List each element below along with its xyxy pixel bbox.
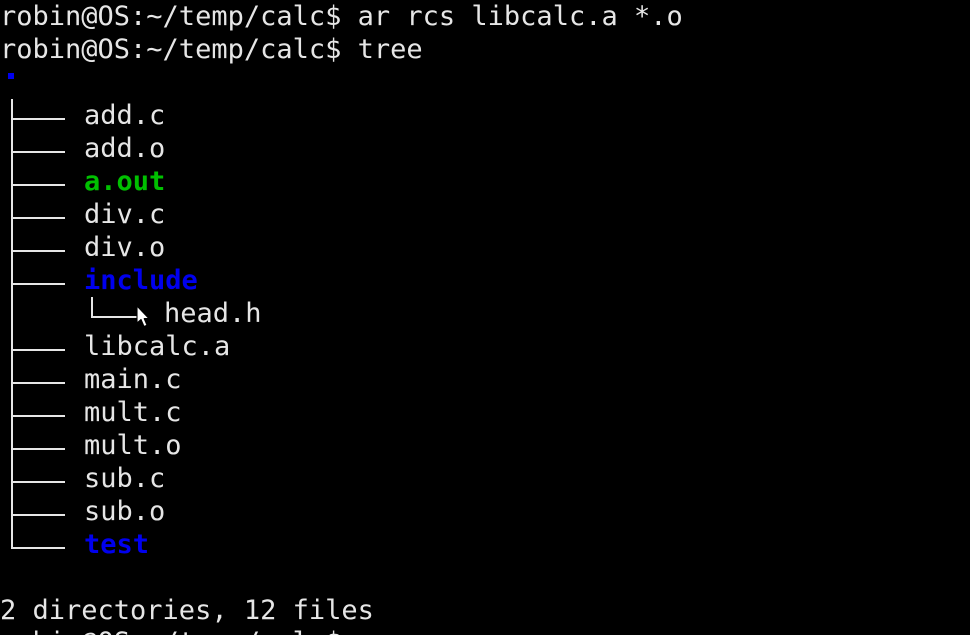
terminal-line-trailing-prompt: robin@OS:~/temp/calc$: [0, 626, 358, 635]
tree-branch-icon: [0, 198, 84, 231]
tree-row: add.o: [0, 132, 970, 165]
tree-summary: 2 directories, 12 files: [0, 594, 970, 627]
tree-row: a.out: [0, 165, 970, 198]
tree-row: sub.c: [0, 462, 970, 495]
tree-branch-icon: [0, 363, 84, 396]
tree-branch-icon: [0, 429, 84, 462]
tree-row-nested: head.h: [0, 297, 970, 330]
tree-row: div.o: [0, 231, 970, 264]
shell-prompt: robin@OS:~/temp/calc$: [0, 34, 358, 65]
tree-row: main.c: [0, 363, 970, 396]
tree-root-dot-icon: [8, 73, 14, 79]
tree-branch-icon: [0, 330, 84, 363]
terminal-line-command-2: robin@OS:~/temp/calc$ tree: [0, 33, 970, 66]
tree-branch-icon: [0, 165, 84, 198]
tree-row: libcalc.a: [0, 330, 970, 363]
tree-branch-icon: [0, 231, 84, 264]
tree-branch-icon: [0, 99, 84, 132]
terminal-line-command-1: robin@OS:~/temp/calc$ ar rcs libcalc.a *…: [0, 0, 970, 33]
tree-entry-name: add.c: [84, 100, 166, 131]
tree-row: include: [0, 264, 970, 297]
tree-entry-name: head.h: [164, 298, 262, 329]
tree-row: sub.o: [0, 495, 970, 528]
shell-command: ar rcs libcalc.a *.o: [357, 1, 683, 32]
shell-prompt: robin@OS:~/temp/calc$: [0, 1, 358, 32]
tree-row: div.c: [0, 198, 970, 231]
tree-branch-icon: [0, 132, 84, 165]
tree-row: mult.c: [0, 396, 970, 429]
tree-row: test: [0, 528, 970, 561]
tree-branch-icon: [0, 396, 84, 429]
shell-prompt: robin@OS:~/temp/calc$: [0, 627, 358, 635]
tree-branch-icon: [0, 495, 84, 528]
tree-branch-icon: [0, 462, 84, 495]
terminal-screen[interactable]: robin@OS:~/temp/calc$ ar rcs libcalc.a *…: [0, 0, 970, 627]
terminal-window[interactable]: robin@OS:~/temp/calc$ ar rcs libcalc.a *…: [0, 0, 970, 635]
tree-root: [0, 66, 970, 99]
tree-branch-icon-nested: [0, 297, 164, 330]
tree-row: add.c: [0, 99, 970, 132]
tree-branch-icon-last: [0, 528, 84, 561]
tree-row: mult.o: [0, 429, 970, 462]
tree-branch-icon: [0, 264, 84, 297]
shell-command: tree: [357, 34, 423, 65]
